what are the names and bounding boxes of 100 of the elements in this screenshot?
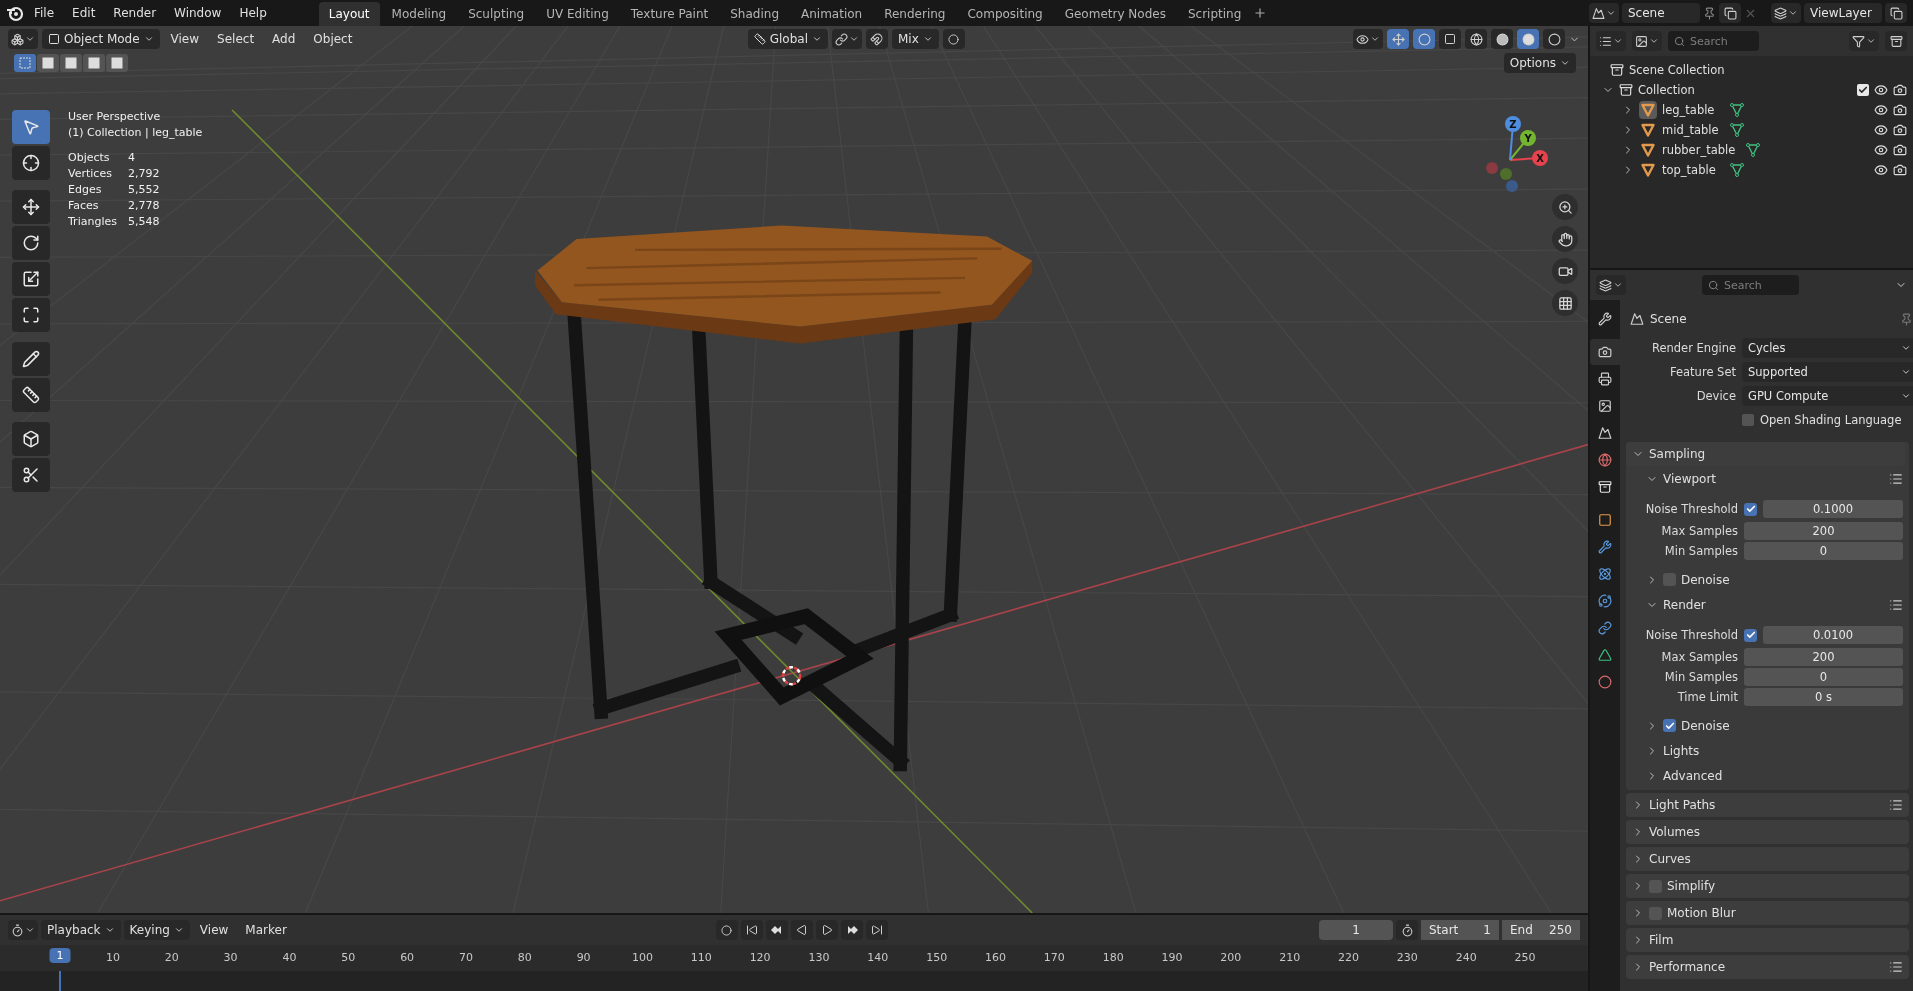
presets-icon[interactable] xyxy=(1889,798,1903,812)
workspace-tab[interactable]: Modeling xyxy=(381,2,457,26)
eye-icon[interactable] xyxy=(1874,163,1888,177)
scene-field[interactable]: Scene xyxy=(1622,3,1700,23)
next-keyframe-button[interactable] xyxy=(840,920,863,940)
axis-handle[interactable]: Z xyxy=(1505,116,1521,161)
presets-icon[interactable] xyxy=(1889,960,1903,974)
axis-handle[interactable]: Y xyxy=(1509,130,1536,161)
workspace-tab[interactable]: UV Editing xyxy=(536,2,619,26)
tree-item[interactable]: mid_table xyxy=(1662,123,1724,137)
checkbox[interactable] xyxy=(1663,573,1676,586)
workspace-tab[interactable]: Layout xyxy=(318,2,380,26)
panel-header[interactable]: Volumes xyxy=(1626,820,1909,844)
editor-type-button[interactable] xyxy=(1596,275,1626,295)
checkbox[interactable] xyxy=(1663,719,1676,732)
current-frame-field[interactable]: 1 xyxy=(1319,920,1393,940)
camera-icon[interactable] xyxy=(1893,123,1907,137)
checkbox[interactable] xyxy=(1742,414,1754,426)
workspace-tab[interactable]: Texture Paint xyxy=(620,2,719,26)
presets-icon[interactable] xyxy=(1889,471,1903,486)
editor-type-button[interactable] xyxy=(1596,31,1626,51)
select-tool-button[interactable] xyxy=(12,110,50,144)
eye-icon[interactable] xyxy=(1874,143,1888,157)
tree-item[interactable]: rubber_table xyxy=(1662,143,1740,157)
axis-handle[interactable] xyxy=(1500,168,1512,180)
subpanel-title[interactable]: Denoise xyxy=(1681,718,1730,733)
workspace-tab[interactable]: Shading xyxy=(720,2,789,26)
number-field[interactable]: 0 s xyxy=(1744,688,1903,706)
tree-item[interactable]: Collection xyxy=(1638,83,1695,97)
copy-button[interactable] xyxy=(1885,3,1907,23)
play-button[interactable] xyxy=(815,920,838,940)
play-reverse-button[interactable] xyxy=(790,920,813,940)
add-icon[interactable] xyxy=(1253,6,1268,20)
camera-icon[interactable] xyxy=(1893,143,1907,157)
select-mode-button[interactable] xyxy=(37,54,59,72)
measure-tool-button[interactable] xyxy=(12,378,50,412)
camera-view-button[interactable] xyxy=(1552,258,1578,284)
display-mode-button[interactable] xyxy=(1632,31,1662,51)
subpanel-title[interactable]: Advanced xyxy=(1663,768,1723,783)
dropdown-field[interactable]: Supported xyxy=(1742,362,1913,382)
eye-icon[interactable] xyxy=(1874,83,1888,97)
presets-icon[interactable] xyxy=(1889,597,1903,612)
scale-tool-button[interactable] xyxy=(12,262,50,296)
object-icon[interactable] xyxy=(1639,141,1657,159)
number-field[interactable]: 0.0100 xyxy=(1763,626,1903,644)
subpanel-title[interactable]: Viewport xyxy=(1663,471,1717,486)
scene-selector-button[interactable] xyxy=(1589,3,1619,23)
workspace-tab[interactable]: Scripting xyxy=(1177,2,1252,26)
menu-item[interactable]: Window xyxy=(166,3,230,23)
jump-end-button[interactable] xyxy=(865,920,888,940)
filter-button[interactable] xyxy=(1849,31,1879,51)
mode-dropdown[interactable]: Object Mode xyxy=(42,29,160,49)
menu-item[interactable]: Help xyxy=(231,3,275,23)
object-icon[interactable] xyxy=(1639,161,1657,179)
pivot-button[interactable] xyxy=(831,29,862,49)
editor-type-button[interactable] xyxy=(8,920,38,940)
menu-item[interactable]: Edit xyxy=(64,3,104,23)
move-tool-button[interactable] xyxy=(12,190,50,224)
subpanel-title[interactable]: Render xyxy=(1663,597,1706,612)
cursor-tool-button[interactable] xyxy=(12,146,50,180)
gizmo-button[interactable] xyxy=(1387,29,1409,49)
panel-header[interactable]: Light Paths xyxy=(1626,793,1909,817)
view-layer-selector-button[interactable] xyxy=(1771,3,1801,23)
snap-button[interactable] xyxy=(865,29,888,49)
object-icon[interactable] xyxy=(1639,101,1657,119)
checkbox[interactable] xyxy=(1744,628,1757,642)
overlay-button[interactable] xyxy=(1413,29,1435,49)
exclude-checkbox[interactable] xyxy=(1857,84,1869,96)
new-collection-button[interactable] xyxy=(1885,31,1907,51)
render-tab[interactable] xyxy=(1590,339,1620,365)
panel-header[interactable]: Performance xyxy=(1626,955,1909,979)
eye-icon[interactable] xyxy=(1874,123,1888,137)
panel-header[interactable]: Motion Blur xyxy=(1626,901,1909,925)
dropdown-field[interactable]: GPU Compute xyxy=(1742,386,1913,406)
camera-icon[interactable] xyxy=(1893,103,1907,117)
number-field[interactable]: 200 xyxy=(1744,522,1903,540)
auto-key-button[interactable] xyxy=(715,920,738,940)
zoom-button[interactable] xyxy=(1552,194,1578,220)
transform-tool-button[interactable] xyxy=(12,298,50,332)
panel-header[interactable]: Simplify xyxy=(1626,874,1909,898)
orientation-dropdown[interactable]: Global xyxy=(747,29,828,49)
visibility-button[interactable] xyxy=(1353,29,1383,49)
solid-shading-button[interactable] xyxy=(1491,29,1513,49)
annotate-tool-button[interactable] xyxy=(12,342,50,376)
workspace-tab[interactable]: Animation xyxy=(791,2,873,26)
number-field[interactable]: 0 xyxy=(1744,542,1903,560)
tree-item[interactable]: top_table xyxy=(1662,163,1724,177)
axis-handle[interactable] xyxy=(1486,162,1498,174)
view-layer-field[interactable]: ViewLayer xyxy=(1804,3,1882,23)
axis-handle[interactable]: X xyxy=(1509,150,1548,166)
pin-icon[interactable] xyxy=(1703,6,1716,20)
dropdown-field[interactable]: Cycles xyxy=(1742,338,1913,358)
workspace-tab[interactable]: Sculpting xyxy=(458,2,535,26)
pin-icon[interactable] xyxy=(1900,312,1913,326)
header-menu[interactable]: Add xyxy=(265,30,303,48)
checkbox[interactable] xyxy=(1744,502,1757,516)
copy-button[interactable] xyxy=(1719,3,1741,23)
xray-button[interactable] xyxy=(1439,29,1461,49)
select-mode-button[interactable] xyxy=(106,54,128,72)
options-dropdown[interactable]: Options xyxy=(1503,53,1576,73)
